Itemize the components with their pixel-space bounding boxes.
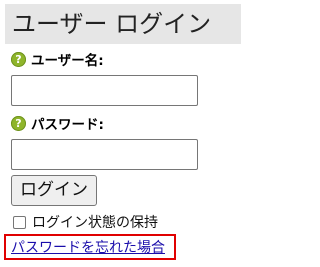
username-label: ユーザー名: [31,53,104,69]
title-bar: ユーザー ログイン [5,4,241,44]
password-label: パスワード: [31,117,104,133]
forgot-link-highlight: パスワードを忘れた場合 [4,234,176,260]
help-icon[interactable]: ? [11,115,26,131]
login-block: ユーザー ログイン ? ユーザー名: ? パスワード: ログイン ログイン状態の… [0,0,241,267]
password-input[interactable] [11,139,198,170]
page-title: ユーザー ログイン [12,10,212,38]
login-button[interactable]: ログイン [11,175,97,206]
remember-row[interactable]: ログイン状態の保持 [13,212,158,232]
username-input[interactable] [11,75,198,106]
remember-checkbox[interactable] [13,215,26,229]
remember-label[interactable]: ログイン状態の保持 [32,212,158,232]
help-icon[interactable]: ? [11,51,26,67]
username-label-row: ? ユーザー名: [11,49,104,69]
password-label-row: ? パスワード: [11,113,104,133]
forgot-password-link[interactable]: パスワードを忘れた場合 [11,239,165,257]
